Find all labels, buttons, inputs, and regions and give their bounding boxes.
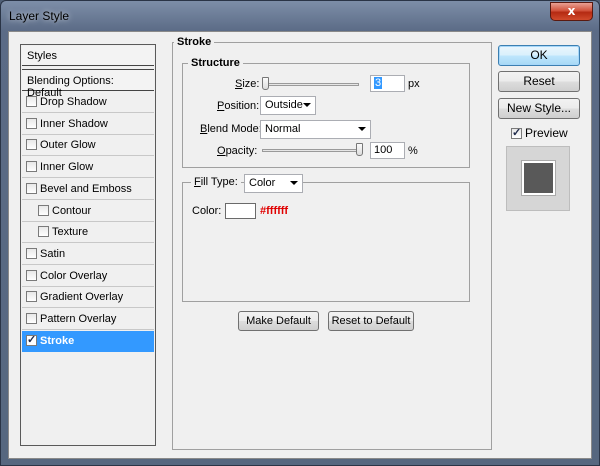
- size-value: 3: [374, 77, 383, 89]
- color-hex-annotation: #ffffff: [260, 205, 289, 217]
- effect-checkbox[interactable]: [26, 161, 37, 173]
- window-title: Layer Style: [9, 9, 70, 23]
- effect-checkbox[interactable]: [26, 291, 37, 303]
- effect-label: Bevel and Emboss: [40, 182, 132, 195]
- size-input[interactable]: 3: [370, 75, 405, 92]
- fill-type-group: [182, 182, 470, 302]
- dialog-body: Styles Blending Options: Default Drop Sh…: [8, 31, 592, 459]
- effect-label: Drop Shadow: [40, 96, 107, 108]
- stroke-section-title: Stroke: [174, 36, 215, 48]
- blend-mode-value: Normal: [265, 123, 301, 135]
- size-slider-thumb[interactable]: [262, 77, 269, 90]
- effect-label: Contour: [52, 204, 92, 217]
- effect-item[interactable]: Pattern Overlay: [22, 309, 154, 330]
- close-icon: x: [567, 4, 576, 18]
- chevron-down-icon: [358, 127, 366, 131]
- effect-label: Texture: [52, 226, 89, 239]
- effect-label: Inner Glow: [40, 161, 94, 174]
- effect-label: Color Overlay: [40, 269, 108, 282]
- size-slider-track[interactable]: [262, 83, 359, 86]
- effect-item[interactable]: Bevel and Emboss: [22, 179, 154, 200]
- styles-list: Styles Blending Options: Default Drop Sh…: [20, 44, 156, 446]
- effect-checkbox[interactable]: [26, 182, 37, 194]
- structure-title: Structure: [188, 57, 243, 69]
- blend-mode-select[interactable]: Normal: [260, 120, 371, 139]
- ok-button[interactable]: OK: [498, 45, 580, 66]
- opacity-value: 100: [374, 144, 393, 156]
- fill-type-label: Fill Type:: [191, 176, 241, 188]
- effect-checkbox[interactable]: [26, 313, 37, 324]
- preview-label: Preview: [525, 126, 568, 140]
- opacity-input[interactable]: 100: [370, 142, 405, 159]
- reset-button[interactable]: Reset: [498, 71, 580, 92]
- effect-checkbox[interactable]: [38, 226, 49, 238]
- effect-item[interactable]: Stroke: [22, 330, 154, 352]
- effect-item[interactable]: Inner Shadow: [22, 114, 154, 135]
- effect-checkbox[interactable]: [26, 269, 37, 281]
- blend-mode-label: Blend Mode:: [200, 123, 262, 135]
- title-bar[interactable]: Layer Style x: [1, 1, 599, 31]
- effect-checkbox[interactable]: [38, 204, 49, 216]
- opacity-slider-track[interactable]: [262, 149, 362, 152]
- opacity-label: Opacity:: [217, 145, 258, 157]
- effect-checkbox[interactable]: [26, 139, 37, 151]
- chevron-down-icon: [303, 103, 311, 107]
- color-label: Color:: [192, 205, 222, 217]
- chevron-down-icon: [290, 181, 298, 185]
- layer-style-window: Layer Style x Styles Blending Options: D…: [0, 0, 600, 466]
- opacity-unit: %: [408, 145, 418, 157]
- effect-item[interactable]: Drop Shadow: [22, 92, 154, 113]
- close-button[interactable]: x: [550, 2, 593, 21]
- effect-checkbox[interactable]: [26, 117, 37, 129]
- new-style-label: New Style...: [506, 101, 572, 115]
- preview-swatch: [522, 161, 555, 195]
- size-label: Size:: [235, 78, 260, 90]
- position-value: Outside: [265, 99, 303, 111]
- position-label: Position:: [217, 100, 260, 112]
- effect-checkbox[interactable]: [26, 247, 37, 259]
- position-select[interactable]: Outside: [260, 96, 316, 115]
- effect-label: Stroke: [40, 334, 75, 347]
- fill-type-select[interactable]: Color: [244, 174, 303, 193]
- effect-item[interactable]: Texture: [22, 222, 154, 244]
- fill-type-value: Color: [249, 177, 276, 189]
- preview-thumbnail: [506, 146, 570, 211]
- effect-label: Inner Shadow: [40, 117, 108, 130]
- effect-label: Outer Glow: [40, 139, 96, 152]
- size-unit: px: [408, 78, 420, 90]
- effect-checkbox[interactable]: [26, 96, 37, 107]
- new-style-button[interactable]: New Style...: [498, 98, 580, 119]
- effect-item[interactable]: Outer Glow: [22, 135, 154, 157]
- effect-item[interactable]: Satin: [22, 244, 154, 265]
- styles-header[interactable]: Styles: [22, 46, 154, 66]
- reset-to-default-button[interactable]: Reset to Default: [328, 311, 414, 331]
- opacity-slider-thumb[interactable]: [356, 143, 363, 156]
- effect-label: Gradient Overlay: [40, 291, 124, 304]
- effect-item[interactable]: Color Overlay: [22, 266, 154, 287]
- effect-label: Pattern Overlay: [40, 313, 117, 325]
- effect-label: Satin: [40, 247, 66, 260]
- effect-item[interactable]: Gradient Overlay: [22, 287, 154, 309]
- preview-check-icon: [511, 126, 522, 139]
- make-default-button[interactable]: Make Default: [238, 311, 319, 331]
- effect-checkbox[interactable]: [26, 333, 37, 346]
- effect-item[interactable]: Inner Glow: [22, 157, 154, 179]
- color-swatch[interactable]: [225, 203, 256, 219]
- preview-checkbox[interactable]: Preview: [511, 126, 568, 140]
- effect-item[interactable]: Contour: [22, 201, 154, 222]
- blending-options-item[interactable]: Blending Options: Default: [22, 69, 154, 99]
